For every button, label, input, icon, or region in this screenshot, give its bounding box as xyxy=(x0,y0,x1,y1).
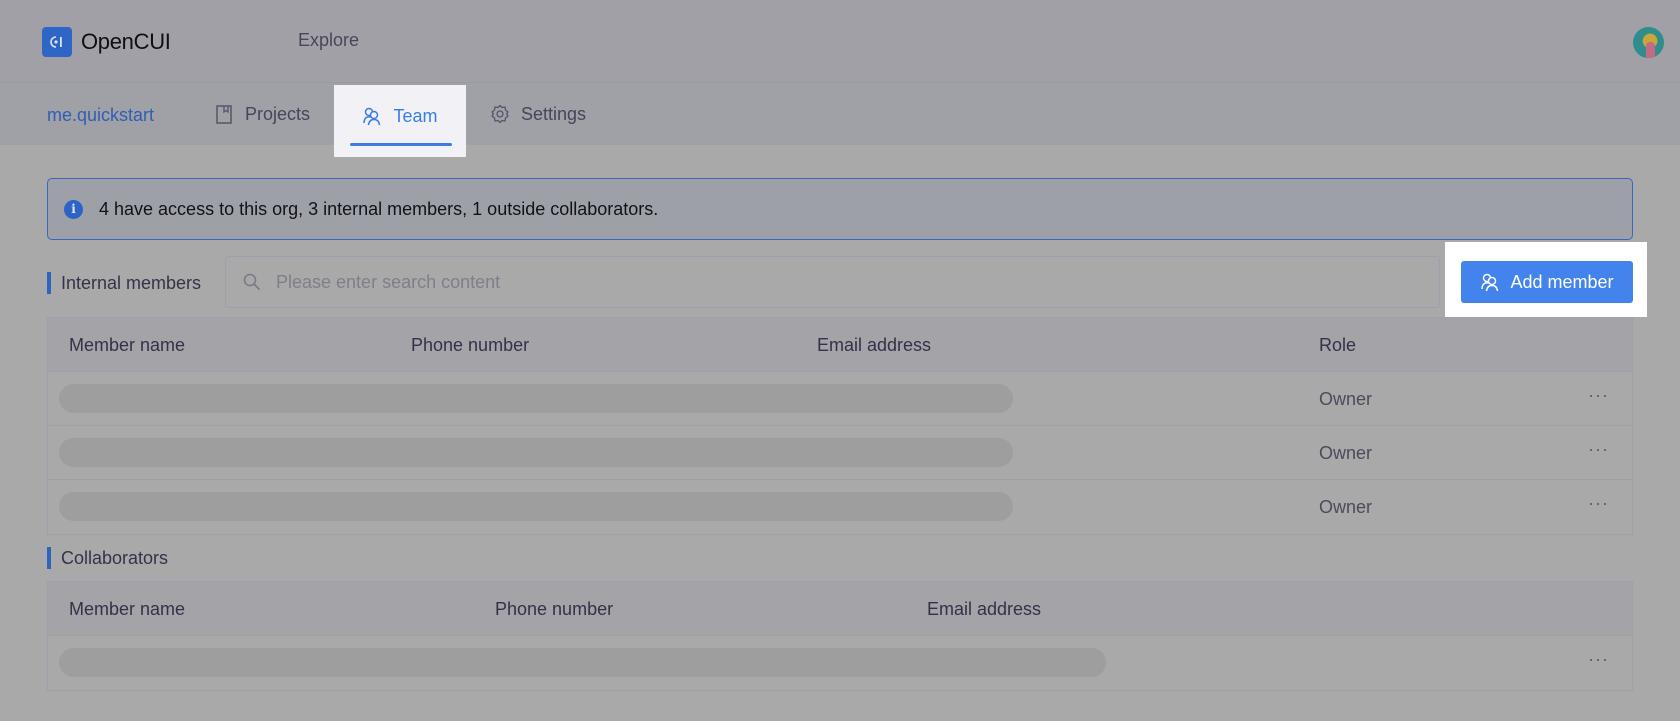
gear-icon xyxy=(490,104,510,124)
table-row: Owner ··· xyxy=(48,480,1632,534)
add-member-label: Add member xyxy=(1510,271,1614,292)
tab-projects-label: Projects xyxy=(245,103,311,124)
role-cell: Owner xyxy=(1319,497,1373,517)
table-row: Owner ··· xyxy=(48,426,1632,480)
more-actions-icon[interactable]: ··· xyxy=(1588,439,1609,460)
column-header-phone: Phone number xyxy=(411,335,530,355)
table-header: Member name Phone number Email address xyxy=(48,582,1632,636)
role-cell: Owner xyxy=(1319,389,1373,409)
loading-skeleton xyxy=(59,492,1013,521)
table-row: ··· xyxy=(48,636,1632,690)
tab-projects[interactable]: Projects xyxy=(214,83,310,145)
collaborators-title: Collaborators xyxy=(47,547,168,569)
column-header-member-name: Member name xyxy=(69,599,186,619)
org-nav-bar: me.quickstart Projects Team Settings xyxy=(0,83,1680,157)
brand-logo[interactable]: OpenCUI xyxy=(42,27,171,57)
loading-skeleton xyxy=(59,384,1013,413)
internal-members-table: Member name Phone number Email address R… xyxy=(47,317,1633,535)
more-actions-icon[interactable]: ··· xyxy=(1588,649,1609,670)
add-user-icon xyxy=(1480,272,1500,292)
column-header-member-name: Member name xyxy=(69,335,186,355)
search-input[interactable] xyxy=(276,271,1376,293)
tab-team[interactable]: Team xyxy=(334,85,466,157)
more-actions-icon[interactable]: ··· xyxy=(1588,493,1609,514)
user-avatar[interactable] xyxy=(1633,27,1664,58)
table-header: Member name Phone number Email address R… xyxy=(48,318,1632,372)
top-bar: OpenCUI Explore xyxy=(0,0,1680,83)
column-header-email: Email address xyxy=(817,335,932,355)
search-icon xyxy=(242,272,262,292)
tab-settings-label: Settings xyxy=(521,103,587,124)
loading-skeleton xyxy=(59,438,1013,467)
role-cell: Owner xyxy=(1319,443,1373,463)
collaborators-table: Member name Phone number Email address ·… xyxy=(47,581,1633,691)
explore-link[interactable]: Explore xyxy=(298,30,359,51)
column-header-role: Role xyxy=(1319,335,1357,355)
info-icon: i xyxy=(64,199,83,219)
tab-settings[interactable]: Settings xyxy=(490,83,586,145)
member-search[interactable] xyxy=(225,256,1440,308)
loading-skeleton xyxy=(59,648,1106,677)
add-member-highlight: Add member xyxy=(1445,242,1647,317)
column-header-email: Email address xyxy=(927,599,1042,619)
org-access-alert: i 4 have access to this org, 3 internal … xyxy=(47,178,1633,240)
tab-team-label: Team xyxy=(393,105,438,126)
internal-members-title: Internal members xyxy=(47,272,201,294)
active-tab-indicator xyxy=(350,143,452,146)
book-icon xyxy=(214,104,234,124)
table-row: Owner ··· xyxy=(48,372,1632,426)
org-link[interactable]: me.quickstart xyxy=(47,105,154,126)
team-icon xyxy=(362,106,382,126)
brand-name: OpenCUI xyxy=(81,29,171,54)
more-actions-icon[interactable]: ··· xyxy=(1588,385,1609,406)
opencui-logo-icon xyxy=(42,27,72,57)
column-header-phone: Phone number xyxy=(495,599,614,619)
add-member-button[interactable]: Add member xyxy=(1461,261,1633,303)
alert-text: 4 have access to this org, 3 internal me… xyxy=(99,198,659,219)
